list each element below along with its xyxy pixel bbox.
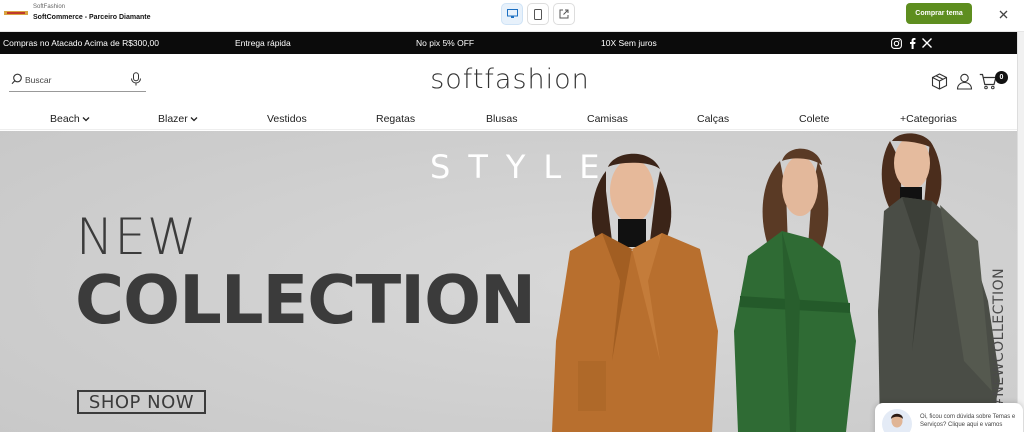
user-icon <box>956 73 972 90</box>
nav-item-label: Beach <box>50 113 80 125</box>
nav-item-calcas[interactable]: Calças <box>697 113 729 125</box>
external-link-icon <box>559 9 569 19</box>
brand-logo[interactable]: softfashion <box>400 64 620 95</box>
store-header: softfashion 0 <box>0 54 1017 108</box>
orders-button[interactable] <box>930 72 948 90</box>
nav-item-regatas[interactable]: Regatas <box>376 113 415 125</box>
nav-item-label: Colete <box>799 113 830 125</box>
announcement-pix: No pix 5% OFF <box>416 38 475 48</box>
hero-style-word: STYLE <box>430 148 618 186</box>
announcement-delivery: Entrega rápida <box>235 38 291 48</box>
search-bar <box>9 69 146 92</box>
instagram-link[interactable] <box>890 37 902 49</box>
announcement-bar: Compras no Atacado Acima de R$300,00 Ent… <box>0 32 1017 54</box>
close-preview-button[interactable] <box>995 6 1011 22</box>
announcement-installments: 10X Sem juros <box>601 38 657 48</box>
nav-item-blusas[interactable]: Blusas <box>486 113 518 125</box>
search-input[interactable] <box>25 73 125 87</box>
support-chat-widget[interactable]: Oi, ficou com dúvida sobre Temas e Servi… <box>875 403 1023 432</box>
chat-message: Oi, ficou com dúvida sobre Temas e Servi… <box>920 414 1016 428</box>
open-external-button[interactable] <box>553 3 575 25</box>
account-button[interactable] <box>955 72 973 90</box>
nav-item-beach[interactable]: Beach <box>50 113 90 125</box>
store-preview-page: SoftFashion SoftCommerce - Parceiro Diam… <box>0 0 1024 432</box>
nav-item-camisas[interactable]: Camisas <box>587 113 628 125</box>
instagram-icon <box>890 37 902 49</box>
facebook-icon <box>909 37 915 49</box>
category-nav: Beach Blazer Vestidos Regatas Blusas Cam… <box>0 108 1017 130</box>
nav-item-label: Blusas <box>486 113 518 125</box>
facebook-link[interactable] <box>906 37 918 49</box>
chevron-down-icon <box>82 117 90 122</box>
mobile-icon <box>534 8 542 20</box>
shop-now-button[interactable]: SHOP NOW <box>77 390 206 414</box>
x-icon <box>922 38 932 48</box>
store-name: SoftFashion <box>33 4 66 10</box>
hero-heading-new: NEW <box>76 208 198 266</box>
search-icon[interactable] <box>11 73 23 85</box>
box-icon <box>931 72 947 90</box>
preview-toolbar: SoftFashion SoftCommerce - Parceiro Diam… <box>0 0 1024 32</box>
announcement-wholesale: Compras no Atacado Acima de R$300,00 <box>3 38 159 48</box>
nav-item-label: Calças <box>697 113 730 125</box>
nav-item-colete[interactable]: Colete <box>799 113 829 125</box>
nav-item-label: Blazer <box>158 113 188 125</box>
x-link[interactable] <box>921 37 933 49</box>
nav-item-label: Camisas <box>587 113 628 125</box>
chevron-down-icon <box>190 117 198 122</box>
store-logo-icon <box>4 11 28 15</box>
close-icon <box>999 10 1007 18</box>
desktop-icon <box>506 9 518 18</box>
hero-banner[interactable]: STYLE NEW COLLECTION SHOP NOW #NEWCOLLEC… <box>0 131 1017 432</box>
page-scrollbar[interactable] <box>1017 32 1024 432</box>
nav-item-more-categories[interactable]: +Categorias <box>900 113 957 125</box>
nav-item-label: Regatas <box>376 113 416 125</box>
nav-item-label: +Categorias <box>900 113 957 125</box>
hero-hashtag: #NEWCOLLECTION <box>991 267 1007 409</box>
nav-item-vestidos[interactable]: Vestidos <box>267 113 307 125</box>
buy-theme-button[interactable]: Comprar tema <box>906 3 972 24</box>
hero-heading-collection: COLLECTION <box>75 261 536 339</box>
nav-item-blazer[interactable]: Blazer <box>158 113 198 125</box>
desktop-view-button[interactable] <box>501 3 523 25</box>
microphone-icon[interactable] <box>130 72 142 86</box>
partner-label: SoftCommerce - Parceiro Diamante <box>33 14 151 21</box>
support-avatar <box>882 409 912 432</box>
mobile-view-button[interactable] <box>527 3 549 25</box>
cart-count-badge: 0 <box>995 71 1008 84</box>
nav-item-label: Vestidos <box>267 113 307 125</box>
